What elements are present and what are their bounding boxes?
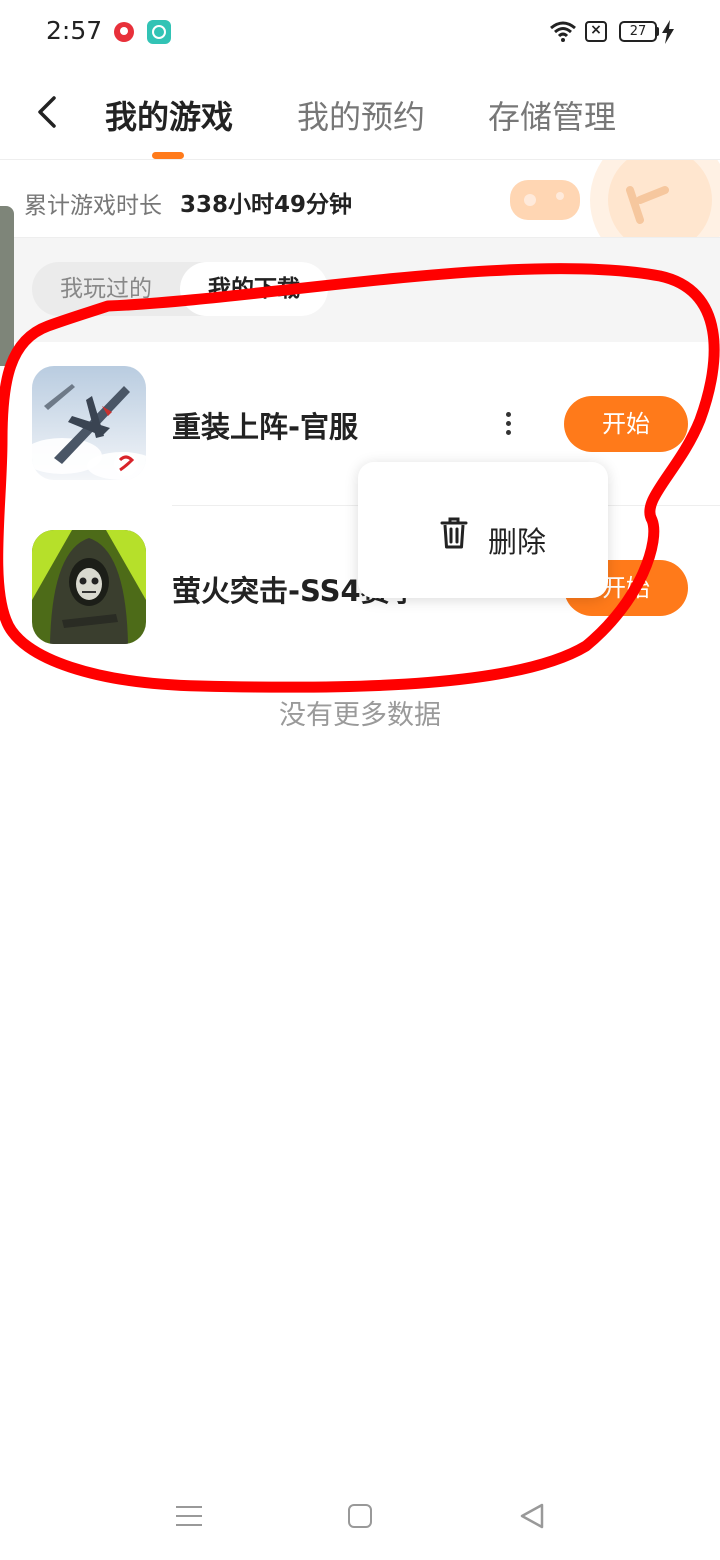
playtime-value: 338小时49分钟 — [180, 192, 353, 218]
playtime-label: 累计游戏时长 — [24, 193, 162, 219]
menu-icon[interactable] — [176, 1504, 202, 1528]
tab-indicator — [152, 152, 184, 159]
jet-game-icon — [32, 366, 146, 480]
wifi-icon — [549, 20, 577, 46]
tab-my-games[interactable]: 我的游戏 — [105, 92, 233, 138]
chat-app-icon — [147, 20, 171, 44]
charging-icon — [661, 20, 675, 48]
playtime-banner: 累计游戏时长 338小时49分钟 — [0, 160, 720, 238]
options-popup: 删除 — [358, 462, 608, 598]
navigation-bar — [0, 1480, 720, 1560]
back-button[interactable] — [28, 92, 68, 132]
app-notification-icon — [112, 20, 136, 44]
tab-storage-management[interactable]: 存储管理 — [488, 92, 616, 138]
segment-area: 我玩过的 我的下载 — [0, 238, 720, 342]
soldier-game-icon — [32, 530, 146, 644]
battery-icon: 27 — [619, 21, 657, 42]
tab-my-reservations[interactable]: 我的预约 — [297, 92, 425, 138]
delete-label: 删除 — [488, 525, 547, 559]
start-button[interactable]: 开始 — [564, 396, 688, 452]
battery-tip — [656, 27, 659, 36]
status-time: 2:57 — [46, 16, 103, 45]
game-name: 重装上阵-官服 — [172, 410, 359, 444]
clock-controller-decoration — [510, 160, 720, 237]
sim-off-icon: × — [585, 21, 607, 42]
back-triangle-icon[interactable] — [518, 1502, 546, 1534]
delete-menu-item[interactable]: 删除 — [358, 462, 608, 598]
home-icon[interactable] — [348, 1504, 372, 1528]
segment-downloads[interactable]: 我的下载 — [180, 262, 328, 316]
status-bar: 2:57 × 27 — [0, 0, 720, 64]
no-more-data-hint: 没有更多数据 — [279, 700, 441, 731]
segment-control: 我玩过的 我的下载 — [32, 262, 328, 316]
chevron-left-icon — [38, 96, 56, 128]
more-options-button[interactable] — [494, 406, 522, 442]
trash-icon — [440, 516, 468, 554]
header: 我的游戏 我的预约 存储管理 — [0, 64, 720, 160]
segment-played[interactable]: 我玩过的 — [32, 262, 180, 316]
